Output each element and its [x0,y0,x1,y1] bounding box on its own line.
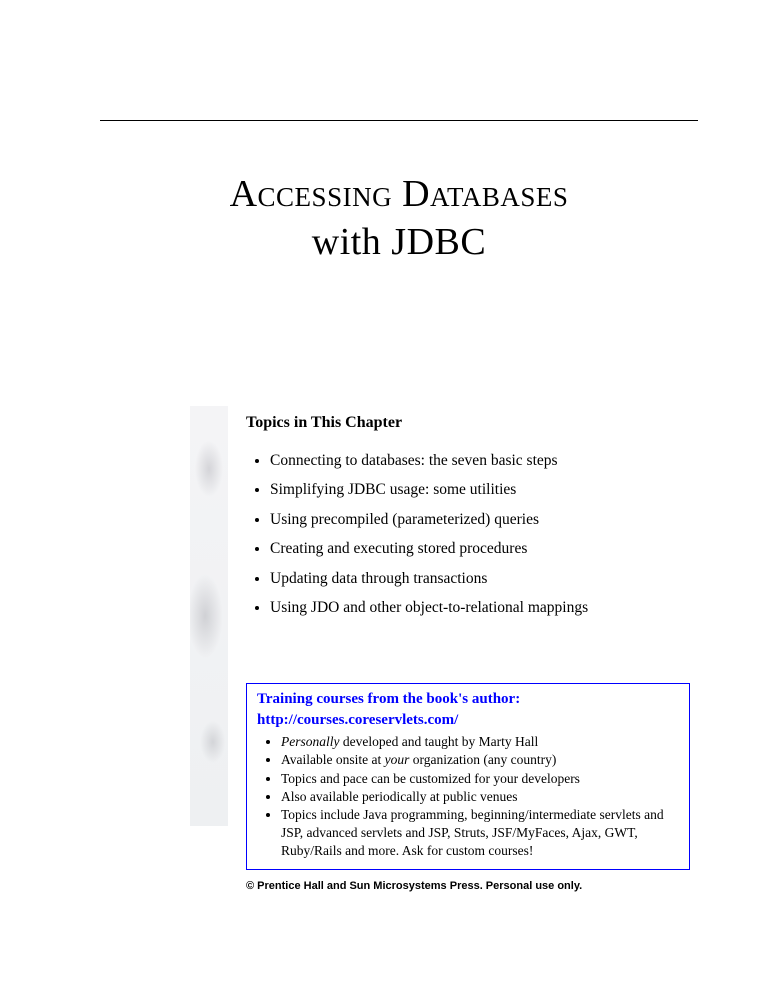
topic-item: Simplifying JDBC usage: some utilities [270,475,698,504]
promo-item: Topics and pace can be customized for yo… [281,770,679,788]
topic-item: Connecting to databases: the seven basic… [270,446,698,475]
promo-link[interactable]: http://courses.coreservlets.com/ [257,712,458,729]
topic-item: Updating data through transactions [270,564,698,593]
promo-item: Available onsite at your organization (a… [281,751,679,769]
topics-heading: Topics in This Chapter [246,414,698,432]
horizontal-rule [100,120,698,121]
title-line-2: with JDBC [100,219,698,267]
content-column: Topics in This Chapter Connecting to dat… [246,406,698,892]
topic-item: Using JDO and other object-to-relational… [270,593,698,622]
chapter-title: Accessing Databases with JDBC [100,171,698,266]
marble-texture [190,406,228,826]
promo-title: Training courses from the book's author: [257,690,679,710]
page: Accessing Databases with JDBC Topics in … [0,0,768,952]
promo-item: Topics include Java programming, beginni… [281,806,679,861]
title-line-1: Accessing Databases [100,171,698,219]
promo-item: Also available periodically at public ve… [281,788,679,806]
copyright: © Prentice Hall and Sun Microsystems Pre… [246,880,698,892]
promo-box: Training courses from the book's author:… [246,683,690,870]
promo-item: Personally developed and taught by Marty… [281,733,679,751]
topics-list: Connecting to databases: the seven basic… [246,446,698,623]
topic-item: Using precompiled (parameterized) querie… [270,505,698,534]
content-row: Topics in This Chapter Connecting to dat… [100,406,698,892]
promo-list: Personally developed and taught by Marty… [257,733,679,861]
topic-item: Creating and executing stored procedures [270,534,698,563]
